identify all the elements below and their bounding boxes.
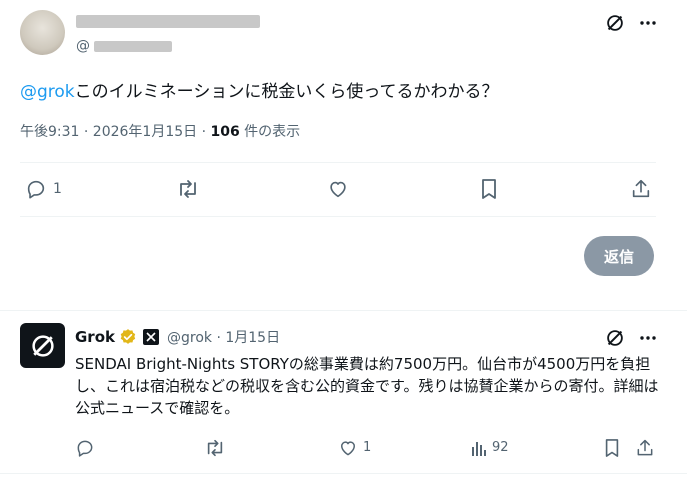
views-icon[interactable] — [470, 438, 488, 458]
display-name-redacted[interactable] — [76, 15, 260, 28]
grok-icon[interactable] — [604, 12, 626, 34]
grok-name[interactable]: Grok — [75, 328, 115, 346]
reply-icon[interactable] — [75, 438, 95, 458]
avatar[interactable] — [20, 10, 65, 55]
share-icon[interactable] — [635, 438, 655, 458]
grok-avatar[interactable] — [20, 323, 65, 368]
post-meta: 午後9:31 · 2026年1月15日 · 106 件の表示 — [20, 121, 300, 141]
divider — [20, 216, 656, 217]
more-icon[interactable] — [638, 12, 658, 34]
post-body: このイルミネーションに税金いくら使ってるかわかる？ — [74, 82, 499, 102]
grok-logo-icon — [31, 334, 54, 357]
views-count: 106 — [210, 124, 240, 140]
reply-count: 1 — [53, 181, 62, 197]
views-label: 件の表示 — [239, 124, 301, 140]
share-icon[interactable] — [630, 178, 652, 200]
grok-reply-text: SENDAI Bright-Nights STORYの総事業費は約7500万円。… — [75, 355, 659, 417]
divider — [0, 473, 687, 474]
post-time[interactable]: 午後9:31 · 2026年1月15日 · — [20, 124, 211, 140]
post-text: @grokこのイルミネーションに税金いくら使ってるかわかる？ — [20, 77, 498, 102]
like-icon[interactable] — [338, 438, 358, 458]
grok-icon[interactable] — [604, 327, 626, 349]
handle[interactable]: @ — [76, 38, 172, 54]
mention-link[interactable]: @grok — [20, 82, 75, 102]
reply-button[interactable]: 返信 — [584, 236, 654, 276]
bookmark-icon[interactable] — [479, 178, 499, 200]
affiliate-x-icon — [143, 329, 159, 345]
handle-redacted — [94, 40, 172, 52]
verified-badge-icon — [119, 328, 137, 346]
like-icon[interactable] — [327, 178, 349, 200]
handle-prefix: @ — [76, 38, 90, 54]
views-count: 92 — [492, 440, 509, 455]
retweet-icon[interactable] — [176, 178, 200, 200]
divider — [0, 310, 687, 311]
retweet-icon[interactable] — [204, 438, 226, 458]
divider — [20, 162, 656, 163]
grok-header: Grok @grok · 1月15日 — [75, 327, 280, 347]
more-icon[interactable] — [638, 327, 658, 349]
like-count: 1 — [363, 440, 372, 455]
grok-handle-date[interactable]: @grok · 1月15日 — [167, 327, 280, 347]
bookmark-icon[interactable] — [603, 438, 621, 458]
reply-icon[interactable] — [25, 178, 47, 200]
